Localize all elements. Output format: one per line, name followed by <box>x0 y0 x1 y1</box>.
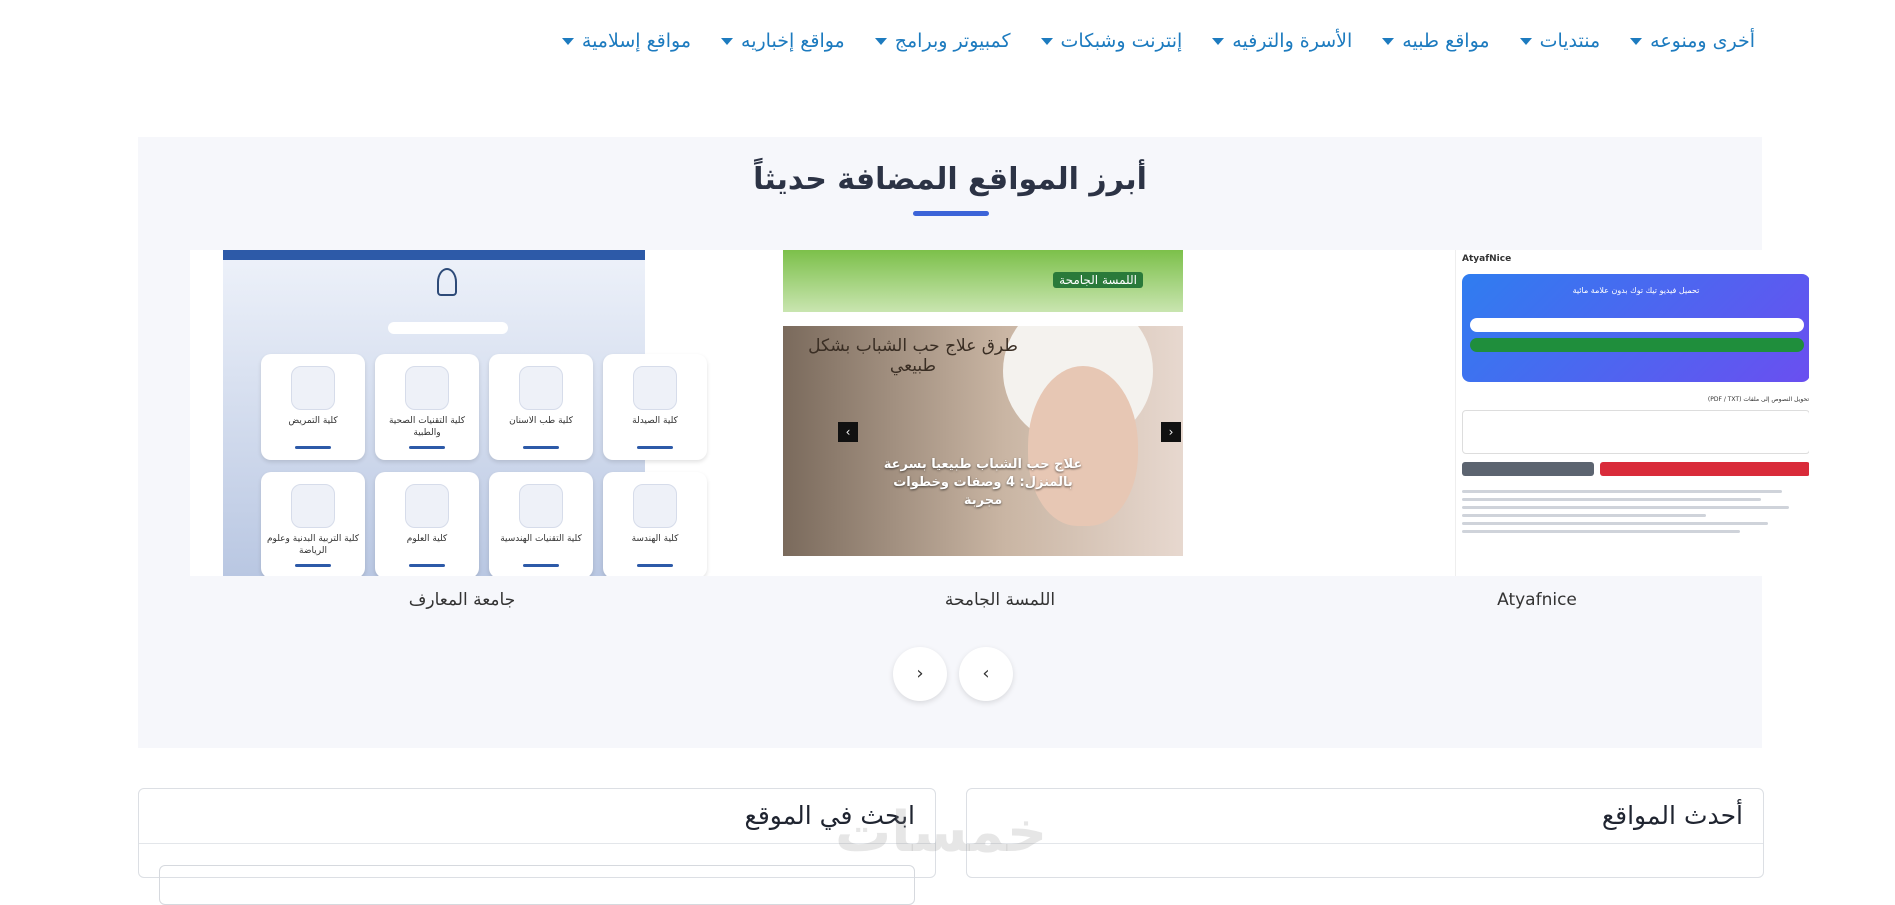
nav-item-label: أخرى ومنوعه <box>1650 30 1755 52</box>
chevron-left-icon: › <box>916 663 924 684</box>
thumb-input <box>1470 318 1804 332</box>
thumb-tile-label: كلية التقنيات الهندسية <box>500 534 582 544</box>
thumb-banner: اللمسة الجامحة <box>783 250 1183 312</box>
panel-divider <box>967 843 1763 844</box>
search-panel: ابحث في الموقع <box>138 788 936 905</box>
thumb-tile: كلية العلوم <box>375 472 479 576</box>
panel-divider <box>139 843 935 844</box>
thumb-subheading: تحويل النصوص إلى ملفات (PDF / TXT) <box>1707 396 1809 403</box>
thumb-textarea <box>1462 410 1809 454</box>
latest-sites-panel: أحدث المواقع <box>966 788 1764 878</box>
nav-item-islamic[interactable]: مواقع إسلامية <box>561 30 692 52</box>
nav-item-label: مواقع إخباريه <box>741 30 845 52</box>
search-input[interactable] <box>159 865 915 905</box>
site-card-almaaref[interactable]: كلية التمريض كلية التقنيات الصحية والطبي… <box>190 250 734 610</box>
thumb-hero-heading: طرق علاج حب الشباب بشكل طبيعي <box>808 336 1018 377</box>
panel-title: أحدث المواقع <box>1601 801 1743 830</box>
thumbnail-page: اللمسة الجامحة طرق علاج حب الشباب بشكل ط… <box>783 250 1183 576</box>
caret-down-icon <box>1630 37 1643 45</box>
site-thumbnail[interactable]: اللمسة الجامحة طرق علاج حب الشباب بشكل ط… <box>728 250 1272 576</box>
thumb-hero: تحميل فيديو تيك توك بدون علامة مائية <box>1462 274 1809 382</box>
featured-sites-section: أبرز المواقع المضافة حديثاً AtyafNice تح… <box>138 137 1809 748</box>
thumb-tile: كلية الصيدلة <box>603 354 707 460</box>
carousel-next-button[interactable]: › <box>893 647 947 701</box>
thumb-tile: كلية التقنيات الهندسية <box>489 472 593 576</box>
nav-item-internet[interactable]: إنترنت وشبكات <box>1040 30 1183 52</box>
nav-item-computer[interactable]: كمبيوتر وبرامج <box>874 30 1011 52</box>
thumb-tile: كلية الهندسة <box>603 472 707 576</box>
thumbnail-page: كلية التمريض كلية التقنيات الصحية والطبي… <box>223 250 707 576</box>
caret-down-icon <box>561 37 574 45</box>
thumb-slider-prev-icon: ‹ <box>838 422 858 442</box>
thumb-filter-pill <box>388 322 508 334</box>
nav-item-label: الأسرة والترفيه <box>1232 30 1353 52</box>
nav-item-label: مواقع إسلامية <box>581 30 692 52</box>
thumb-brand: AtyafNice <box>1462 254 1512 264</box>
site-card-label[interactable]: جامعة المعارف <box>190 590 734 610</box>
site-thumbnail[interactable]: كلية التمريض كلية التقنيات الصحية والطبي… <box>190 250 734 576</box>
caret-down-icon <box>721 37 734 45</box>
caret-down-icon <box>1212 37 1225 45</box>
nav-item-label: كمبيوتر وبرامج <box>894 30 1011 52</box>
nav-item-medical[interactable]: مواقع طبيه <box>1382 30 1490 52</box>
thumb-menu <box>783 312 1183 326</box>
nav-item-forums[interactable]: منتديات <box>1519 30 1601 52</box>
thumb-slider-next-icon: › <box>1161 422 1181 442</box>
caret-down-icon <box>1382 37 1395 45</box>
site-card-label[interactable]: Atyafnice <box>1265 590 1809 610</box>
thumb-text-lines <box>1462 490 1809 538</box>
nav-menu: مواقع إسلامية مواقع إخباريه كمبيوتر وبرا… <box>561 30 1755 52</box>
thumb-pdf-button <box>1600 462 1809 476</box>
nav-item-label: مواقع طبيه <box>1402 30 1490 52</box>
thumbnail-page: AtyafNice تحميل فيديو تيك توك بدون علامة… <box>1455 250 1809 576</box>
nav-item-label: منتديات <box>1539 30 1601 52</box>
thumb-tile-label: كلية التمريض <box>288 416 338 426</box>
thumb-hero-title: تحميل فيديو تيك توك بدون علامة مائية <box>1572 286 1700 295</box>
thumb-tile-label: كلية العلوم <box>406 534 448 544</box>
thumb-tile-label: كلية الصيدلة <box>632 416 678 426</box>
thumb-tile: كلية التقنيات الصحية والطبية <box>375 354 479 460</box>
caret-down-icon <box>1519 37 1532 45</box>
chevron-right-icon: ‹ <box>982 663 990 684</box>
top-navigation: مواقع إسلامية مواقع إخباريه كمبيوتر وبرا… <box>0 0 1895 90</box>
university-logo-icon <box>437 268 457 296</box>
site-card-label[interactable]: اللمسة الجامحة <box>728 590 1272 610</box>
title-underline <box>913 211 989 216</box>
thumb-txt-button <box>1462 462 1594 476</box>
thumb-tile-label: كلية طب الاسنان <box>509 416 573 426</box>
caret-down-icon <box>874 37 887 45</box>
thumb-tile-label: كلية التربية البدنية وعلوم الرياضة <box>266 534 359 556</box>
thumb-tile: كلية التربية البدنية وعلوم الرياضة <box>261 472 365 576</box>
thumb-banner-title: اللمسة الجامحة <box>1053 272 1143 288</box>
section-title: أبرز المواقع المضافة حديثاً <box>753 162 1147 197</box>
nav-item-news[interactable]: مواقع إخباريه <box>721 30 845 52</box>
thumbnail-canvas: AtyafNice تحميل فيديو تيك توك بدون علامة… <box>1265 250 1809 576</box>
nav-item-family[interactable]: الأسرة والترفيه <box>1212 30 1352 52</box>
site-card-atyafnice[interactable]: AtyafNice تحميل فيديو تيك توك بدون علامة… <box>1265 250 1809 610</box>
site-card-allamsa[interactable]: اللمسة الجامحة طرق علاج حب الشباب بشكل ط… <box>728 250 1272 610</box>
carousel-prev-button[interactable]: ‹ <box>959 647 1013 701</box>
thumb-topbar <box>223 250 645 260</box>
nav-item-label: إنترنت وشبكات <box>1060 30 1183 52</box>
site-thumbnail[interactable]: AtyafNice تحميل فيديو تيك توك بدون علامة… <box>1265 250 1809 576</box>
caret-down-icon <box>1040 37 1053 45</box>
thumb-tile-label: كلية التقنيات الصحية والطبية <box>388 416 466 438</box>
thumb-download-button <box>1470 338 1804 352</box>
thumb-tile: كلية طب الاسنان <box>489 354 593 460</box>
thumb-hero-caption: علاج حب الشباب طبيعيا بسرعة بالمنزل: 4 و… <box>883 457 1083 509</box>
nav-item-other[interactable]: أخرى ومنوعه <box>1630 30 1755 52</box>
watermark-logo: خمسات <box>835 800 1048 865</box>
thumb-tile: كلية التمريض <box>261 354 365 460</box>
thumb-tile-label: كلية الهندسة <box>631 534 679 544</box>
